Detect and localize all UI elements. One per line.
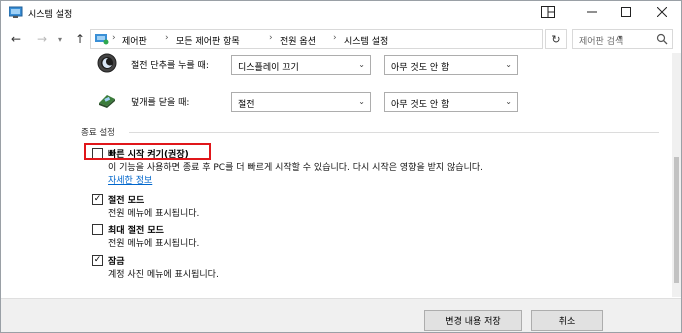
breadcrumb-separator-icon: › xyxy=(333,33,337,43)
search-icon xyxy=(656,33,668,45)
lid-close-row: 덮개를 닫을 때: 절전 ⌄ 아무 것도 안 함 ⌄ xyxy=(97,90,527,114)
sleep-checkbox[interactable]: ✓ xyxy=(92,194,103,205)
chevron-down-icon: ⌄ xyxy=(358,60,365,69)
title-bar: 시스템 설정 xyxy=(1,1,681,25)
app-icon xyxy=(9,6,23,18)
footer-bar: 변경 내용 저장 취소 xyxy=(1,298,681,332)
recent-locations-icon[interactable]: ▾ xyxy=(51,29,69,49)
section-divider xyxy=(129,132,659,133)
breadcrumb-separator-icon: › xyxy=(269,33,273,43)
forward-arrow-icon[interactable]: → xyxy=(33,29,51,49)
lock-checkbox[interactable]: ✓ xyxy=(92,255,103,266)
minimize-icon[interactable] xyxy=(575,1,609,23)
scrollbar-thumb[interactable] xyxy=(674,157,679,283)
navigation-bar: ← → ▾ ↑ › 제어판 › 모든 제어판 항목 › 전원 옵션 › 시스템 … xyxy=(1,26,681,52)
close-icon[interactable] xyxy=(645,1,679,23)
window-title: 시스템 설정 xyxy=(28,10,73,20)
breadcrumb-separator-icon: › xyxy=(112,33,116,43)
back-arrow-icon[interactable]: ← xyxy=(7,29,25,49)
lid-close-label: 덮개를 닫을 때: xyxy=(131,98,190,108)
breadcrumb-system-settings[interactable]: 시스템 설정 xyxy=(344,34,388,47)
lock-description: 계정 사진 메뉴에 표시됩니다. xyxy=(108,270,219,280)
breadcrumb-all-items[interactable]: 모든 제어판 항목 xyxy=(176,34,240,47)
lid-close-battery-select[interactable]: 절전 ⌄ xyxy=(231,92,371,112)
search-input[interactable]: 제어판 검색 xyxy=(572,29,673,49)
sleep-button-row: 절전 단추를 누를 때: 디스플레이 끄기 ⌄ 아무 것도 안 함 ⌄ xyxy=(97,53,527,77)
sleep-description: 전원 메뉴에 표시됩니다. xyxy=(108,209,200,219)
address-bar[interactable]: › 제어판 › 모든 제어판 항목 › 전원 옵션 › 시스템 설정 ▾ xyxy=(90,29,622,49)
fast-startup-description: 이 기능을 사용하면 종료 후 PC를 더 빠르게 시작할 수 있습니다. 다시… xyxy=(108,163,483,173)
system-settings-window: 시스템 설정 ← → ▾ ↑ › 제어판 › 모든 제어판 항목 › 전원 옵션… xyxy=(0,0,682,333)
lock-title: 잠금 xyxy=(108,257,125,267)
snap-layout-icon[interactable] xyxy=(531,1,565,23)
search-placeholder: 제어판 검색 xyxy=(579,37,624,47)
sleep-button-battery-select[interactable]: 디스플레이 끄기 ⌄ xyxy=(231,55,371,75)
chevron-down-icon: ⌄ xyxy=(505,60,512,69)
sleep-button-plugged-select[interactable]: 아무 것도 안 함 ⌄ xyxy=(384,55,518,75)
highlight-box xyxy=(84,143,211,160)
sleep-button-icon xyxy=(97,53,117,73)
sleep-title: 절전 모드 xyxy=(108,196,145,206)
cancel-button[interactable]: 취소 xyxy=(531,310,603,331)
control-panel-icon xyxy=(95,34,109,45)
chevron-down-icon: ⌄ xyxy=(505,97,512,106)
breadcrumb-power-options[interactable]: 전원 옵션 xyxy=(280,34,316,47)
breadcrumb-separator-icon: › xyxy=(165,33,169,43)
up-arrow-icon[interactable]: ↑ xyxy=(71,29,89,49)
refresh-icon[interactable]: ↻ xyxy=(545,29,567,49)
more-info-link[interactable]: 자세한 정보 xyxy=(108,173,152,186)
chevron-down-icon: ⌄ xyxy=(358,97,365,106)
lid-close-plugged-select[interactable]: 아무 것도 안 함 ⌄ xyxy=(384,92,518,112)
save-changes-button[interactable]: 변경 내용 저장 xyxy=(424,310,522,331)
hibernate-description: 전원 메뉴에 표시됩니다. xyxy=(108,239,200,249)
lid-close-icon xyxy=(99,95,115,108)
sleep-button-label: 절전 단추를 누를 때: xyxy=(131,61,209,71)
hibernate-checkbox[interactable] xyxy=(92,224,103,235)
settings-content: 절전 단추를 누를 때: 디스플레이 끄기 ⌄ 아무 것도 안 함 ⌄ 덮개를 … xyxy=(1,53,673,297)
vertical-scrollbar[interactable] xyxy=(672,53,681,297)
breadcrumb-control-panel[interactable]: 제어판 xyxy=(122,34,147,47)
hibernate-title: 최대 절전 모드 xyxy=(108,226,164,236)
shutdown-settings-title: 종료 설정 xyxy=(81,128,115,138)
maximize-icon[interactable] xyxy=(609,1,643,23)
